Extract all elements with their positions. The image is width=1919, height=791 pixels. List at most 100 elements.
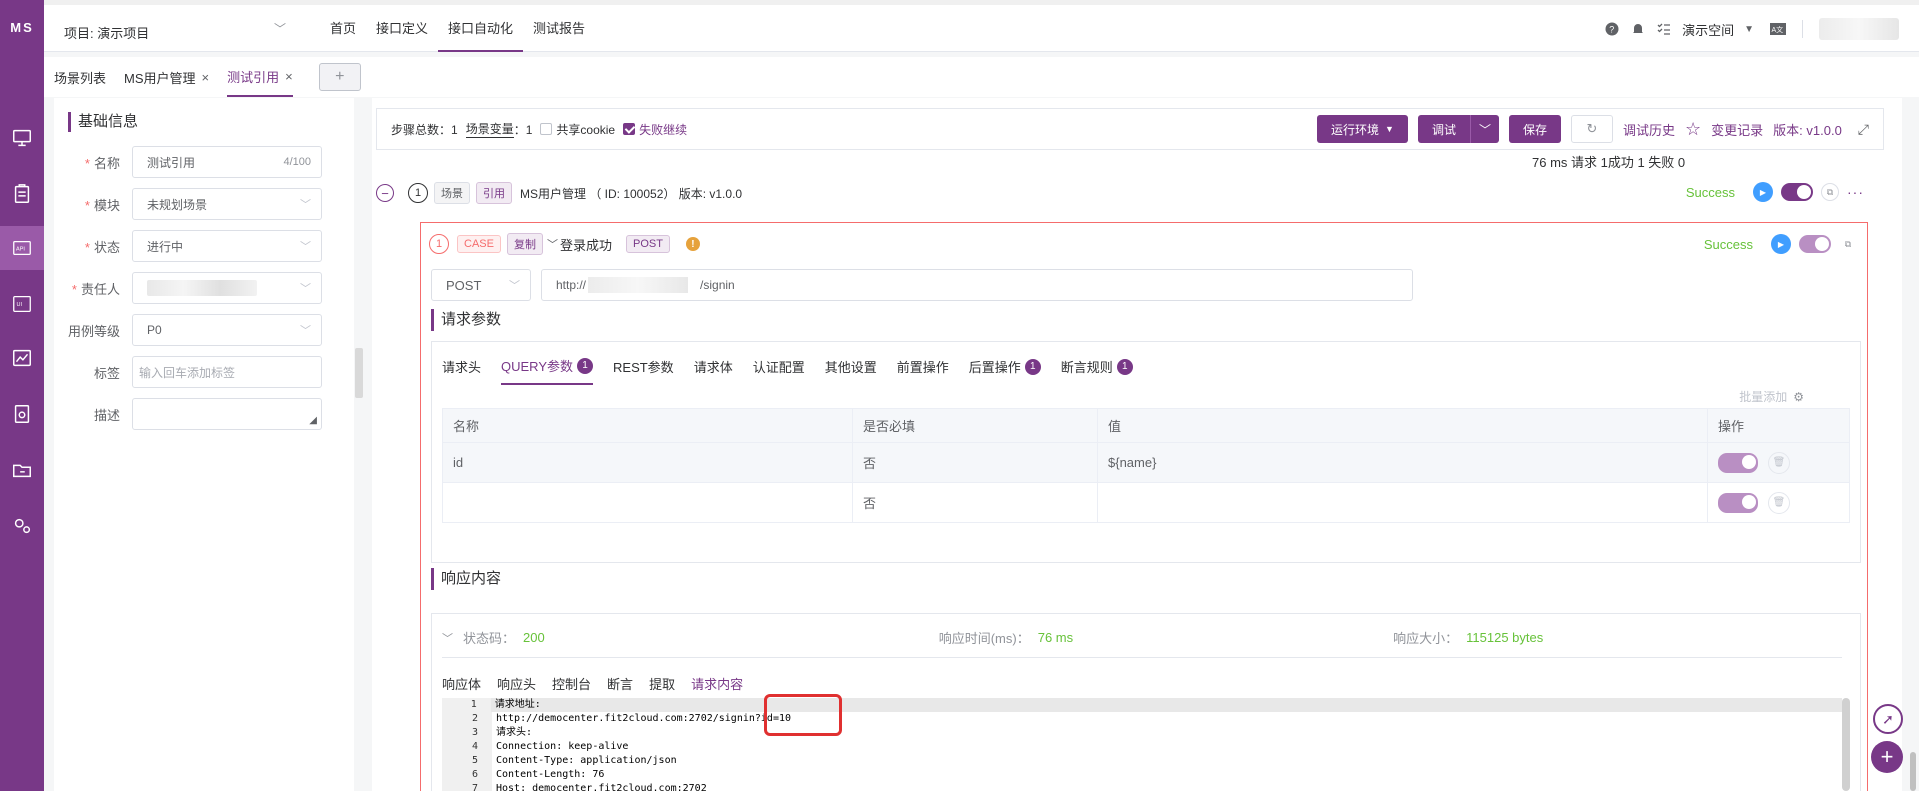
column-header: 名称: [442, 408, 853, 443]
star-icon[interactable]: ☆: [1685, 119, 1701, 140]
chart-icon[interactable]: [0, 336, 44, 380]
scenario-step-row[interactable]: − 1 场景 引用 MS用户管理 （ ID: 100052） 版本: v1.0.…: [376, 176, 1884, 210]
menu-api-automation[interactable]: 接口自动化: [438, 5, 524, 52]
resize-handle-icon[interactable]: ◢: [309, 415, 317, 426]
report-icon[interactable]: [0, 392, 44, 436]
folder-icon[interactable]: [0, 448, 44, 492]
debug-label[interactable]: 调试: [1418, 115, 1471, 143]
param-value[interactable]: [1097, 482, 1708, 523]
page-scrollbar[interactable]: [1910, 752, 1916, 791]
ui-icon[interactable]: UI: [0, 282, 44, 326]
enable-toggle[interactable]: [1799, 235, 1831, 253]
add-step-button[interactable]: +: [1871, 741, 1903, 773]
status-row: * 状态 进行中 ﹀: [54, 230, 354, 262]
add-tab-button[interactable]: +: [318, 63, 361, 91]
tags-input[interactable]: 输入回车添加标签: [132, 356, 322, 388]
chevron-down-icon[interactable]: ﹀: [442, 630, 453, 646]
menu-home[interactable]: 首页: [320, 5, 366, 52]
tab-test-reference[interactable]: 测试引用 ×: [227, 57, 293, 97]
panel-collapse-handle[interactable]: [355, 348, 363, 398]
table-row[interactable]: id 否 ${name} 🗑: [442, 442, 1850, 483]
param-name[interactable]: [442, 482, 853, 523]
status-select[interactable]: 进行中 ﹀: [132, 230, 322, 262]
copy-icon[interactable]: ⧉: [1821, 183, 1839, 201]
help-icon[interactable]: ?: [1604, 21, 1620, 37]
trash-icon[interactable]: 🗑: [1768, 491, 1790, 514]
scene-variables-link[interactable]: 场景变量: [465, 120, 514, 138]
case-header[interactable]: 1 CASE 复制 ﹀ 登录成功 POST ! Success ▶ ⧉: [429, 229, 1857, 259]
status-label: * 状态: [84, 239, 120, 255]
more-icon[interactable]: ···: [1847, 184, 1864, 200]
tab-post-ops[interactable]: 后置操作 1: [969, 356, 1041, 385]
menu-api-definition[interactable]: 接口定义: [366, 5, 438, 52]
bulk-add-button[interactable]: 批量添加 ⚙: [1739, 388, 1804, 405]
share-cookie-checkbox[interactable]: 共享cookie: [540, 121, 615, 138]
play-icon[interactable]: ▶: [1771, 234, 1791, 254]
owner-select[interactable]: ﹀: [132, 272, 322, 304]
run-env-button[interactable]: 运行环境 ▼: [1317, 115, 1408, 143]
enable-toggle[interactable]: [1718, 492, 1758, 513]
tab-response-body[interactable]: 响应体: [442, 674, 481, 701]
trash-icon[interactable]: 🗑: [1768, 451, 1790, 474]
tab-query-params[interactable]: QUERY参数 1: [501, 356, 594, 385]
debug-history-link[interactable]: 调试历史: [1623, 120, 1675, 139]
request-content-editor[interactable]: 1 请求地址: 2 http://democenter.fit2cloud.com:…: [442, 698, 1842, 791]
method-select[interactable]: POST ﹀: [431, 269, 531, 301]
debug-button[interactable]: 调试 ﹀: [1417, 115, 1499, 143]
tab-scene-list[interactable]: 场景列表: [54, 57, 106, 97]
project-select[interactable]: 项目: 演示项目 ﹀: [64, 18, 294, 46]
close-icon[interactable]: ×: [285, 69, 293, 84]
svg-text:A文: A文: [1772, 25, 1784, 34]
play-icon[interactable]: ▶: [1753, 182, 1773, 202]
fail-continue-checkbox[interactable]: 失败继续: [623, 121, 687, 138]
param-required[interactable]: 否: [852, 482, 1098, 523]
refresh-icon[interactable]: ↻: [1570, 115, 1613, 143]
editor-scrollbar[interactable]: [1842, 698, 1850, 791]
name-input[interactable]: 测试引用 4/100: [132, 146, 322, 178]
tab-assertion[interactable]: 断言: [607, 674, 633, 701]
api-icon[interactable]: API: [0, 226, 44, 270]
change-log-link[interactable]: 变更记录: [1711, 120, 1763, 139]
close-icon[interactable]: ×: [202, 70, 210, 85]
avatar[interactable]: [1819, 18, 1899, 40]
tab-auth[interactable]: 认证配置: [753, 356, 805, 385]
name-label: * 名称: [84, 155, 120, 171]
language-icon[interactable]: A文: [1770, 21, 1786, 37]
tab-rest-params[interactable]: REST参数: [613, 356, 674, 385]
param-value[interactable]: ${name}: [1097, 442, 1708, 483]
tab-other-settings[interactable]: 其他设置: [825, 356, 877, 385]
tab-request-content[interactable]: 请求内容: [691, 674, 744, 701]
param-required[interactable]: 否: [852, 442, 1098, 483]
tab-headers[interactable]: 请求头: [442, 356, 481, 385]
clipboard-icon[interactable]: [0, 172, 44, 216]
module-select[interactable]: 未规划场景 ﹀: [132, 188, 322, 220]
compass-icon[interactable]: ➚: [1873, 704, 1903, 734]
tab-pre-ops[interactable]: 前置操作: [897, 356, 949, 385]
param-name[interactable]: id: [442, 442, 853, 483]
chevron-down-icon[interactable]: ﹀: [547, 236, 558, 252]
enable-toggle[interactable]: [1718, 452, 1758, 473]
copy-icon[interactable]: ⧉: [1839, 235, 1857, 253]
case-actions: Success ▶ ⧉: [1704, 234, 1857, 254]
collapse-icon[interactable]: −: [376, 184, 394, 202]
tab-ms-user-management[interactable]: MS用户管理 ×: [124, 57, 209, 97]
tab-extract[interactable]: 提取: [649, 674, 675, 701]
monitor-icon[interactable]: [0, 116, 44, 160]
table-row[interactable]: 否 🗑: [442, 482, 1850, 523]
chevron-down-icon[interactable]: ﹀: [1471, 115, 1499, 143]
save-button[interactable]: 保存: [1508, 115, 1561, 143]
url-input[interactable]: http:// /signin: [541, 269, 1413, 301]
tab-body[interactable]: 请求体: [694, 356, 733, 385]
description-textarea[interactable]: ◢: [132, 398, 322, 430]
version-label[interactable]: 版本: v1.0.0: [1773, 120, 1842, 139]
tab-response-headers[interactable]: 响应头: [497, 674, 536, 701]
fullscreen-icon[interactable]: ⤢: [1858, 121, 1869, 138]
level-select[interactable]: P0 ﹀: [132, 314, 322, 346]
tab-console[interactable]: 控制台: [552, 674, 591, 701]
tab-assertions[interactable]: 断言规则 1: [1061, 356, 1133, 385]
enable-toggle[interactable]: [1781, 183, 1813, 201]
workspace-select[interactable]: 演示空间: [1682, 20, 1734, 39]
settings-icon[interactable]: [0, 504, 44, 548]
menu-test-report[interactable]: 测试报告: [523, 5, 595, 52]
bell-icon[interactable]: [1630, 21, 1646, 37]
